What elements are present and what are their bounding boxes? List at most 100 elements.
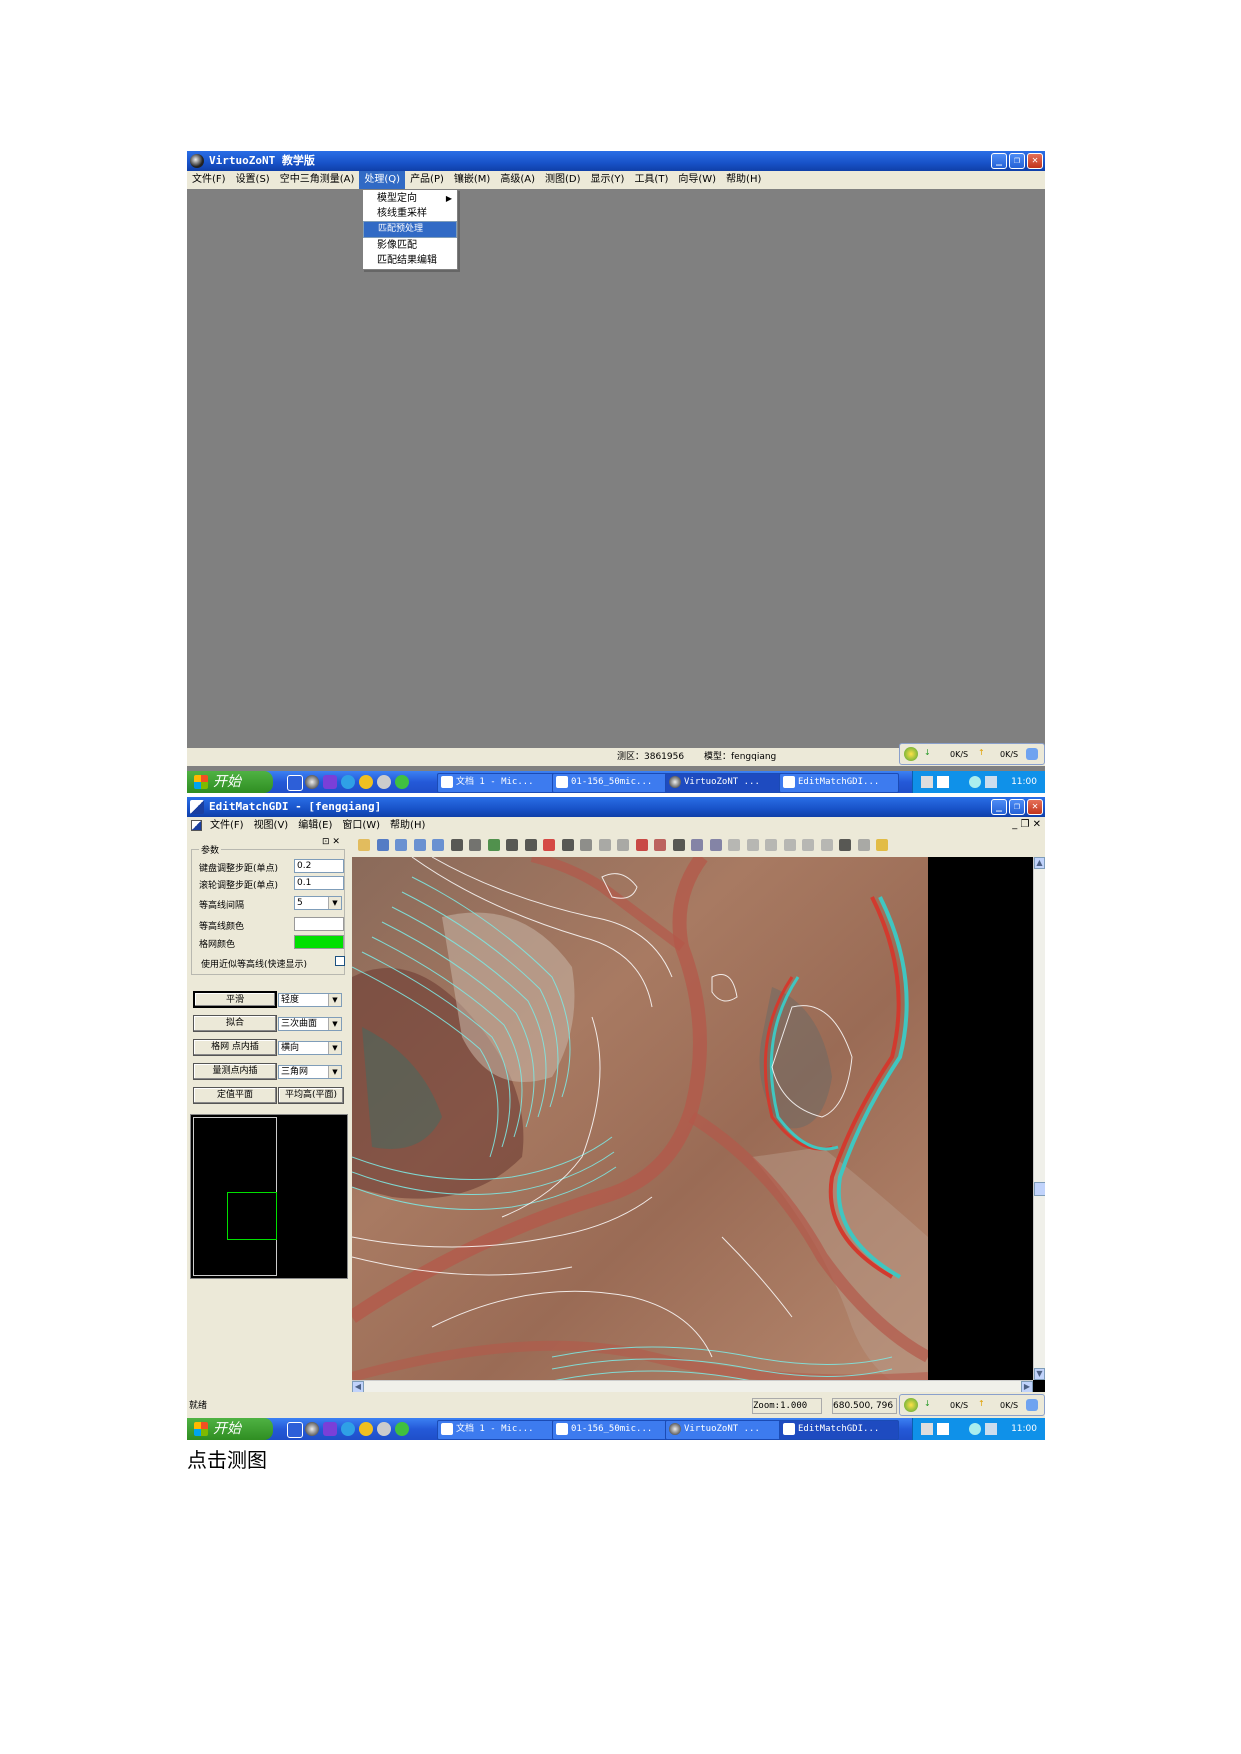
quicklaunch-icon[interactable] (323, 1422, 337, 1436)
menu-item[interactable]: 帮助(H) (385, 817, 430, 835)
toolbar-tool-icon[interactable] (376, 839, 389, 851)
menu-item[interactable]: 文件(F) (205, 817, 249, 835)
keyboard-icon[interactable] (921, 1423, 933, 1435)
network-icon[interactable] (969, 776, 981, 788)
menu-item[interactable]: 设置(S) (231, 171, 275, 189)
close-icon[interactable]: ✕ (1027, 799, 1043, 815)
toolbar-tool-icon[interactable] (598, 839, 611, 851)
task-image[interactable]: 01-156_50mic... (552, 1420, 672, 1440)
quicklaunch-icon[interactable] (287, 775, 303, 791)
stereo-image-view[interactable]: ▲ ▼ ◀ ▶ (352, 857, 1045, 1392)
task-document[interactable]: 文档 1 - Mic... (437, 1420, 557, 1440)
toolbar-tool-icon[interactable] (746, 839, 759, 851)
toolbar-tool-icon[interactable] (469, 839, 481, 851)
toolbar-tool-icon[interactable] (839, 839, 851, 851)
toolbar-tool-icon[interactable] (691, 839, 703, 851)
toolbar-tool-icon[interactable] (728, 839, 740, 851)
dropdown-item[interactable]: 核线重采样 (363, 206, 457, 221)
menu-item[interactable]: 向导(W) (673, 171, 721, 189)
toolbar-tool-icon[interactable] (876, 839, 888, 851)
grid-color-swatch[interactable] (294, 935, 344, 949)
measure-interp-select[interactable]: 三角网 ▼ (278, 1065, 342, 1079)
overview-viewport-box[interactable] (227, 1192, 277, 1240)
minimize-icon[interactable]: _ (991, 153, 1007, 169)
menu-item[interactable]: 镶嵌(M) (449, 171, 495, 189)
vertical-scrollbar[interactable]: ▲ ▼ (1033, 857, 1045, 1380)
approx-contour-checkbox[interactable] (335, 956, 345, 966)
toolbar-tool-icon[interactable] (543, 839, 555, 851)
menu-item[interactable]: 工具(T) (629, 171, 673, 189)
grid-interp-select[interactable]: 横向 ▼ (278, 1041, 342, 1055)
scroll-left-icon[interactable]: ◀ (352, 1381, 364, 1392)
help-icon[interactable] (937, 1423, 949, 1435)
dropdown-item[interactable]: 匹配预处理 (363, 221, 457, 238)
menu-item[interactable]: 产品(P) (405, 171, 449, 189)
virtuozo-title-bar[interactable]: VirtuoZoNT 教学版 _ ❐ ✕ (187, 151, 1045, 171)
toolbar-tool-icon[interactable] (561, 839, 574, 851)
toolbar-tool-icon[interactable] (617, 839, 629, 851)
menu-item[interactable]: 测图(D) (540, 171, 586, 189)
menu-item[interactable]: 处理(Q) (359, 171, 406, 189)
fit-select[interactable]: 三次曲面 ▼ (278, 1017, 342, 1031)
grid-interp-button[interactable]: 格网 点内插 (193, 1039, 277, 1056)
ie-icon[interactable] (1026, 748, 1038, 760)
ie-icon[interactable] (1026, 1399, 1038, 1411)
editmatch-title-bar[interactable]: EditMatchGDI - [fengqiang] _ ❐ ✕ (187, 797, 1045, 817)
quicklaunch-icon[interactable] (395, 1422, 409, 1436)
menu-item[interactable]: 空中三角测量(A) (275, 171, 360, 189)
set-plane-button[interactable]: 定值平面 (193, 1087, 277, 1104)
menu-item[interactable]: 文件(F) (187, 171, 231, 189)
scroll-down-icon[interactable]: ▼ (1034, 1368, 1045, 1380)
toolbar-tool-icon[interactable] (450, 839, 463, 851)
toolbar-tool-icon[interactable] (413, 839, 426, 851)
quicklaunch-icon[interactable] (305, 775, 319, 789)
wheel-step-input[interactable]: 0.1 (294, 876, 344, 890)
overview-navigator[interactable] (190, 1114, 348, 1279)
toolbar-tool-icon[interactable] (672, 839, 685, 851)
restore-icon[interactable]: ❐ (1009, 153, 1025, 169)
menu-item[interactable]: 帮助(H) (721, 171, 766, 189)
toolbar-tool-icon[interactable] (635, 839, 648, 851)
task-editmatch[interactable]: EditMatchGDI... (779, 1420, 899, 1440)
scroll-up-icon[interactable]: ▲ (1034, 857, 1045, 869)
restore-icon[interactable]: ❐ (1009, 799, 1025, 815)
contour-interval-select[interactable]: 5 ▼ (294, 896, 342, 910)
start-button[interactable]: 开始 (187, 771, 273, 793)
smooth-button[interactable]: 平滑 (193, 991, 277, 1008)
dropdown-item[interactable]: 模型定向 ▶ (363, 191, 457, 206)
toolbar-tool-icon[interactable] (432, 839, 444, 851)
quicklaunch-icon[interactable] (305, 1422, 319, 1436)
help-icon[interactable] (937, 776, 949, 788)
toolbar-tool-icon[interactable] (506, 839, 518, 851)
quicklaunch-icon[interactable] (359, 1422, 373, 1436)
scroll-thumb[interactable] (1034, 1182, 1045, 1196)
dropdown-item[interactable]: 匹配结果编辑 (363, 253, 457, 268)
toolbar-tool-icon[interactable] (487, 839, 500, 851)
quicklaunch-icon[interactable] (341, 775, 355, 789)
quicklaunch-icon[interactable] (287, 1422, 303, 1438)
task-virtuozo[interactable]: VirtuoZoNT ... (665, 1420, 785, 1440)
horizontal-scrollbar[interactable]: ◀ ▶ (352, 1380, 1033, 1392)
close-icon[interactable]: ✕ (1027, 153, 1043, 169)
menu-item[interactable]: 编辑(E) (293, 817, 337, 835)
menu-item[interactable]: 高级(A) (495, 171, 540, 189)
fit-button[interactable]: 拟合 (193, 1015, 277, 1032)
toolbar-tool-icon[interactable] (654, 839, 666, 851)
keyboard-step-input[interactable]: 0.2 (294, 859, 344, 873)
quicklaunch-icon[interactable] (341, 1422, 355, 1436)
dropdown-item[interactable]: 影像匹配 (363, 238, 457, 253)
volume-icon[interactable] (985, 1423, 997, 1435)
menu-item[interactable]: 视图(V) (249, 817, 294, 835)
toolbar-tool-icon[interactable] (820, 839, 833, 851)
quicklaunch-icon[interactable] (377, 775, 391, 789)
mdi-controls[interactable]: _ ❐ ✕ (1012, 819, 1041, 830)
toolbar-tool-icon[interactable] (395, 839, 407, 851)
start-button[interactable]: 开始 (187, 1418, 273, 1440)
toolbar-tool-icon[interactable] (580, 839, 592, 851)
toolbar-tool-icon[interactable] (765, 839, 777, 851)
quicklaunch-icon[interactable] (377, 1422, 391, 1436)
scroll-right-icon[interactable]: ▶ (1021, 1381, 1033, 1392)
avg-height-button[interactable]: 平均高(平面) (278, 1087, 344, 1104)
keyboard-icon[interactable] (921, 776, 933, 788)
quicklaunch-icon[interactable] (395, 775, 409, 789)
